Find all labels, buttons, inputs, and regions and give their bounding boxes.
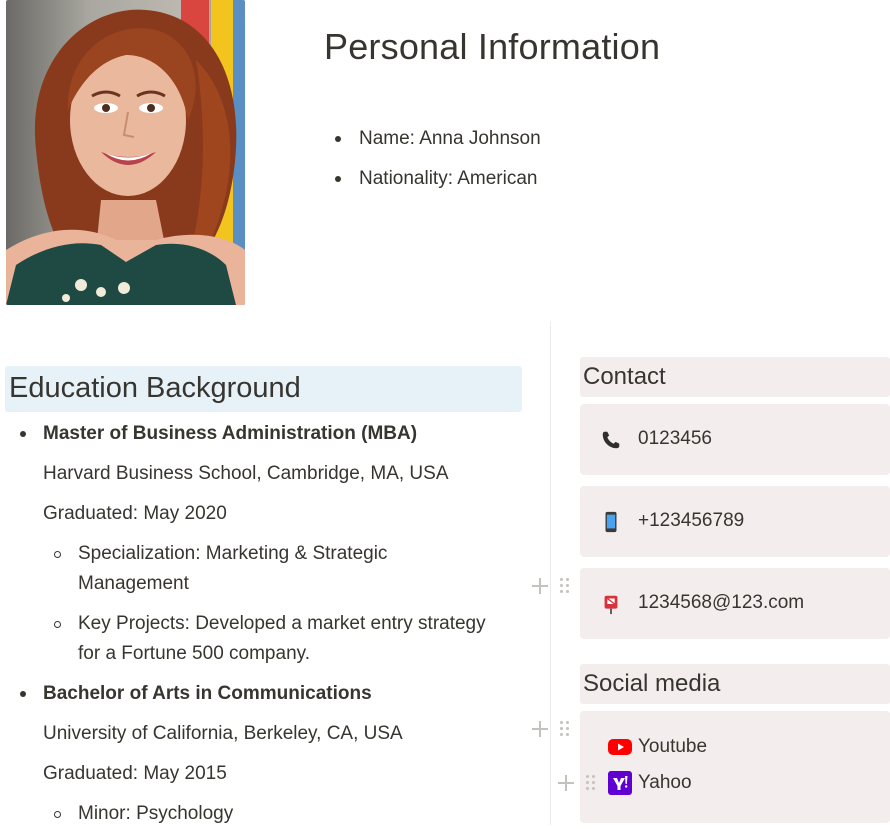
degree-school: University of California, Berkeley, CA, … bbox=[43, 723, 403, 744]
sub-bullet-icon bbox=[54, 811, 61, 818]
social-media-card[interactable]: Youtube Yahoo bbox=[580, 711, 890, 823]
drag-handle-icon[interactable] bbox=[560, 578, 570, 594]
social-item-label: Youtube bbox=[638, 736, 708, 757]
add-block-icon[interactable] bbox=[532, 578, 548, 594]
profile-photo bbox=[6, 0, 245, 305]
social-item-label: Yahoo bbox=[638, 772, 692, 793]
drag-handle-icon[interactable] bbox=[586, 775, 596, 791]
education-heading-block[interactable]: Education Background bbox=[5, 366, 522, 412]
sub-bullet-icon bbox=[54, 621, 61, 628]
degree-detail: Key Projects: Developed a market entry s… bbox=[78, 613, 486, 634]
contact-card-phone[interactable]: 0123456 bbox=[580, 404, 890, 475]
name-detail: Name: Anna Johnson bbox=[359, 128, 541, 149]
column-divider[interactable] bbox=[550, 322, 551, 825]
contact-card-email[interactable]: 1234568@123.com bbox=[580, 568, 890, 639]
social-heading-block[interactable]: Social media bbox=[580, 664, 890, 704]
education-heading: Education Background bbox=[9, 372, 301, 404]
contact-heading-block[interactable]: Contact bbox=[580, 357, 890, 397]
portrait-illustration bbox=[6, 0, 245, 305]
page-title: Personal Information bbox=[324, 26, 661, 67]
degree-detail-continued: for a Fortune 500 company. bbox=[78, 643, 310, 664]
mobile-phone-icon bbox=[605, 511, 617, 533]
sub-bullet-icon bbox=[54, 551, 61, 558]
contact-email-value: 1234568@123.com bbox=[638, 592, 805, 613]
bullet-icon bbox=[335, 136, 341, 142]
youtube-icon bbox=[608, 739, 632, 755]
add-block-icon[interactable] bbox=[532, 721, 548, 737]
postbox-icon bbox=[604, 595, 618, 615]
telephone-icon bbox=[602, 431, 620, 449]
bullet-icon bbox=[20, 431, 26, 437]
degree-detail-continued: Management bbox=[78, 573, 189, 594]
yahoo-icon bbox=[608, 771, 632, 795]
contact-heading: Contact bbox=[583, 363, 666, 390]
contact-phone-value: 0123456 bbox=[638, 428, 712, 449]
nationality-detail: Nationality: American bbox=[359, 168, 538, 189]
degree-title: Master of Business Administration (MBA) bbox=[43, 423, 418, 444]
degree-school: Harvard Business School, Cambridge, MA, … bbox=[43, 463, 449, 484]
degree-title: Bachelor of Arts in Communications bbox=[43, 683, 372, 704]
bullet-icon bbox=[335, 176, 341, 182]
contact-card-mobile[interactable]: +123456789 bbox=[580, 486, 890, 557]
bullet-icon bbox=[20, 691, 26, 697]
add-block-icon[interactable] bbox=[558, 775, 574, 791]
degree-graduated: Graduated: May 2020 bbox=[43, 503, 227, 524]
degree-detail: Specialization: Marketing & Strategic bbox=[78, 543, 388, 564]
degree-graduated: Graduated: May 2015 bbox=[43, 763, 227, 784]
contact-mobile-value: +123456789 bbox=[638, 510, 745, 531]
drag-handle-icon[interactable] bbox=[560, 721, 570, 737]
social-heading: Social media bbox=[583, 670, 721, 697]
